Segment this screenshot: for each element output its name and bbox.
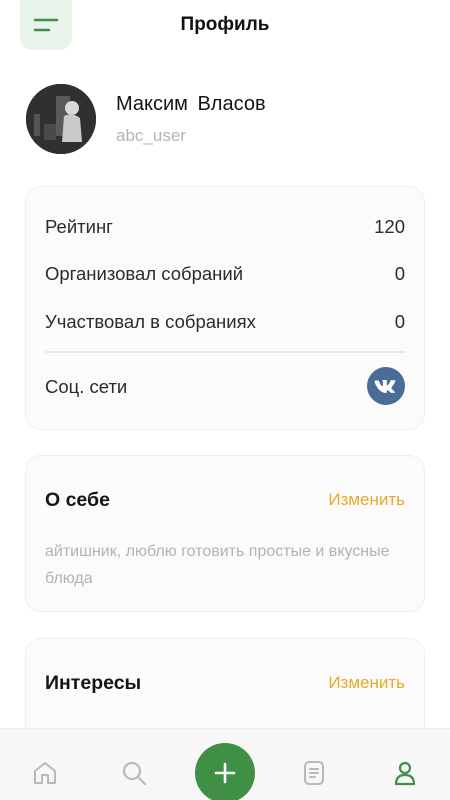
about-text: айтишник, люблю готовить простые и вкусн…: [45, 543, 390, 587]
about-title: О себе: [45, 489, 110, 511]
stat-value: 0: [394, 311, 405, 332]
profile-icon: [394, 761, 416, 786]
page-title: Профиль: [180, 14, 270, 35]
nav-home[interactable]: [29, 757, 61, 789]
user-name: Максим Власов: [116, 93, 266, 115]
header: Профиль: [0, 0, 450, 52]
stat-row-participated: Участвовал в собраниях 0: [45, 310, 405, 334]
about-card: О себе Изменить айтишник, люблю готовить…: [25, 455, 425, 612]
add-button[interactable]: [195, 743, 255, 800]
stat-label: Рейтинг: [45, 216, 113, 237]
stat-row-rating: Рейтинг 120: [45, 215, 405, 239]
nav-list[interactable]: [298, 757, 330, 789]
stat-value: 120: [374, 216, 405, 237]
username: abc_user: [116, 126, 186, 145]
interests-title: Интересы: [45, 672, 142, 694]
bottom-nav: [0, 728, 450, 800]
add-icon: [214, 762, 236, 784]
nav-search[interactable]: [118, 757, 150, 789]
vk-button[interactable]: [367, 367, 405, 405]
vk-icon: [374, 380, 396, 393]
home-icon: [34, 762, 56, 784]
stats-card: Рейтинг 120 Организовал собраний 0 Участ…: [25, 186, 425, 430]
profile-screen: Профиль Максим Власов abc_user Рейтинг 1…: [0, 0, 450, 800]
search-icon: [122, 761, 147, 786]
stat-value: 0: [394, 263, 405, 284]
edit-about-button[interactable]: Изменить: [328, 490, 405, 510]
stat-label: Участвовал в собраниях: [45, 311, 256, 332]
social-label: Соц. сети: [45, 376, 128, 397]
divider: [45, 351, 405, 353]
list-icon: [304, 761, 324, 785]
nav-profile[interactable]: [389, 757, 421, 789]
profile-block: Максим Власов abc_user: [26, 84, 426, 154]
stat-row-organized: Организовал собраний 0: [45, 262, 405, 286]
social-row: Соц. сети: [45, 375, 405, 399]
avatar[interactable]: [26, 84, 96, 154]
avatar-photo: [26, 84, 96, 154]
stat-label: Организовал собраний: [45, 263, 244, 284]
edit-interests-button[interactable]: Изменить: [328, 673, 405, 693]
